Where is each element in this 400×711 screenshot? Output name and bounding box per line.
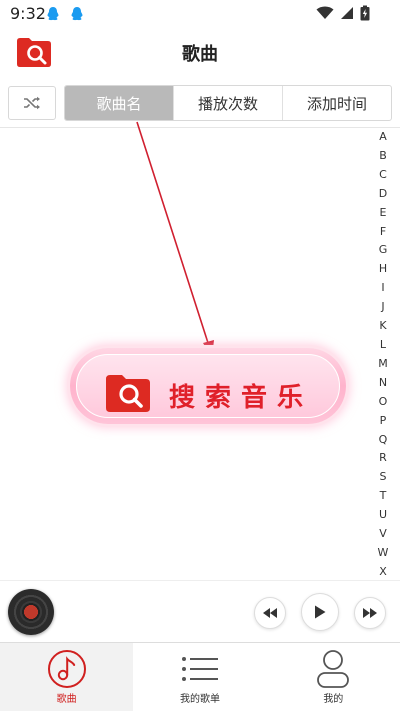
music-note-icon [47, 650, 86, 688]
album-disc[interactable] [8, 589, 54, 635]
mini-player [0, 580, 400, 642]
status-indicators [316, 5, 370, 21]
alphabet-letter[interactable]: V [379, 525, 387, 544]
nav-songs-label: 歌曲 [56, 694, 77, 705]
qq-notification-icon [47, 7, 59, 21]
folder-search-icon [106, 375, 150, 412]
alphabet-letter[interactable]: U [379, 506, 387, 525]
nav-my-playlists[interactable]: 我的歌单 [133, 643, 266, 711]
nav-songs-icon-wrap [45, 649, 89, 689]
alphabet-index[interactable]: ABCDEFGHIJKLMNOPQRSTUVWX [376, 128, 390, 582]
person-icon [317, 650, 350, 688]
signal-icon [341, 7, 353, 19]
alphabet-letter[interactable]: N [379, 374, 387, 393]
battery-charging-icon [360, 5, 370, 21]
tab-sort-by-name[interactable]: 歌曲名 [65, 86, 173, 120]
previous-button[interactable] [254, 597, 286, 629]
search-music-button-inner: 搜索音乐 [76, 354, 340, 418]
alphabet-letter[interactable]: F [380, 223, 386, 242]
status-time: 9:32 [10, 4, 46, 23]
bottom-nav: 歌曲 我的歌单 我的 [0, 642, 400, 711]
app-header: 歌曲 [0, 28, 400, 78]
tab-sort-by-added-time[interactable]: 添加时间 [282, 86, 391, 120]
qq-notification-icon [71, 7, 83, 21]
alphabet-letter[interactable]: S [380, 468, 387, 487]
alphabet-letter[interactable]: P [380, 412, 387, 431]
nav-mine-icon-wrap [311, 649, 355, 689]
alphabet-letter[interactable]: T [380, 487, 387, 506]
alphabet-letter[interactable]: D [379, 185, 387, 204]
nav-mine-label: 我的 [323, 694, 344, 705]
alphabet-letter[interactable]: O [379, 393, 388, 412]
alphabet-letter[interactable]: G [379, 241, 388, 260]
alphabet-letter[interactable]: C [379, 166, 387, 185]
alphabet-letter[interactable]: B [379, 147, 387, 166]
alphabet-letter[interactable]: H [379, 260, 387, 279]
play-icon [315, 605, 326, 619]
alphabet-letter[interactable]: L [380, 336, 386, 355]
wifi-icon [316, 6, 334, 19]
nav-songs[interactable]: 歌曲 [0, 643, 134, 711]
alphabet-letter[interactable]: K [379, 317, 386, 336]
alphabet-letter[interactable]: I [381, 279, 384, 298]
alphabet-letter[interactable]: E [380, 204, 387, 223]
play-button[interactable] [301, 593, 339, 631]
tab-sort-by-play-count[interactable]: 播放次数 [173, 86, 282, 120]
alphabet-letter[interactable]: M [378, 355, 388, 374]
alphabet-letter[interactable]: J [381, 298, 384, 317]
alphabet-letter[interactable]: W [378, 544, 389, 563]
alphabet-letter[interactable]: R [379, 449, 387, 468]
sort-bar: 歌曲名 播放次数 添加时间 [0, 80, 400, 128]
search-music-label: 搜索音乐 [169, 383, 314, 413]
fast-forward-icon [363, 608, 377, 618]
search-music-button[interactable]: 搜索音乐 [70, 348, 346, 424]
nav-playlists-icon-wrap [178, 649, 222, 689]
shuffle-icon [24, 96, 40, 110]
next-button[interactable] [354, 597, 386, 629]
alphabet-letter[interactable]: Q [379, 431, 388, 450]
status-bar: 9:32 [0, 0, 400, 28]
playlist-icon [181, 657, 218, 681]
shuffle-button[interactable] [8, 86, 56, 120]
alphabet-letter[interactable]: A [379, 128, 387, 147]
alphabet-letter[interactable]: X [379, 563, 387, 582]
rewind-icon [263, 608, 277, 618]
nav-playlists-label: 我的歌单 [179, 694, 220, 705]
nav-mine[interactable]: 我的 [267, 643, 400, 711]
sort-tabs: 歌曲名 播放次数 添加时间 [64, 85, 392, 121]
page-title: 歌曲 [182, 44, 218, 65]
